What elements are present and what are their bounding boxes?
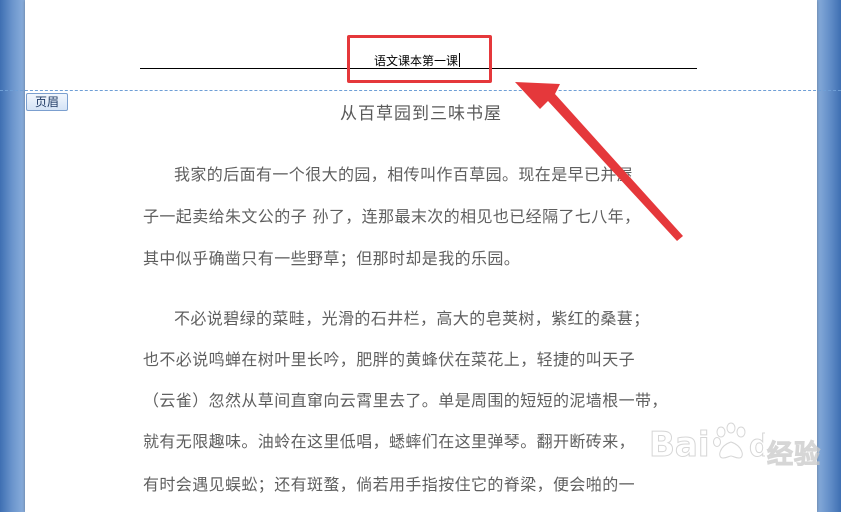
svg-text:du: du bbox=[749, 429, 765, 464]
document-title: 从百草园到三味书屋 bbox=[340, 104, 502, 124]
baidu-logo-icon: Bai du bbox=[649, 422, 792, 466]
paragraph-line: 有时会遇见蜈蚣；还有斑蝥，倘若用手指按住它的脊梁，便会啪的一 bbox=[143, 475, 636, 494]
paragraph-line: 不必说碧绿的菜畦，光滑的石井栏，高大的皂荚树，紫红的桑葚； bbox=[174, 309, 650, 328]
document-workspace: 语文课本第一课 页眉 从百草园到三味书屋 我家的后面有一个很大的园，相传叫作百草… bbox=[0, 0, 841, 512]
paragraph-line: （云雀）忽然从草间直窜向云霄里去了。单是周围的短短的泥墙根一带， bbox=[143, 391, 668, 410]
svg-text:Bai: Bai bbox=[649, 425, 710, 465]
baidu-watermark: Bai du 经验 bbox=[647, 418, 822, 478]
annotation-highlight-box bbox=[347, 35, 492, 83]
paragraph-line: 我家的后面有一个很大的园，相传叫作百草园。现在是早已并屋 bbox=[174, 165, 634, 184]
paragraph-line: 子一起卖给朱文公的子 孙了，连那最末次的相见也已经隔了七八年， bbox=[143, 207, 641, 226]
document-page[interactable]: 语文课本第一课 页眉 从百草园到三味书屋 我家的后面有一个很大的园，相传叫作百草… bbox=[0, 0, 841, 512]
header-boundary-line bbox=[0, 90, 841, 91]
paragraph-line: 其中似乎确凿只有一些野草；但那时却是我的乐园。 bbox=[143, 249, 521, 268]
watermark-text: 经验 bbox=[766, 440, 822, 471]
paragraph-line: 就有无限趣味。油蛉在这里低唱，蟋蟀们在这里弹琴。翻开断砖来， bbox=[143, 432, 636, 451]
paragraph-line: 也不必说鸣蝉在树叶里长吟，肥胖的黄蜂伏在菜花上，轻捷的叫天子 bbox=[143, 350, 636, 369]
header-label-tab[interactable]: 页眉 bbox=[26, 93, 68, 111]
